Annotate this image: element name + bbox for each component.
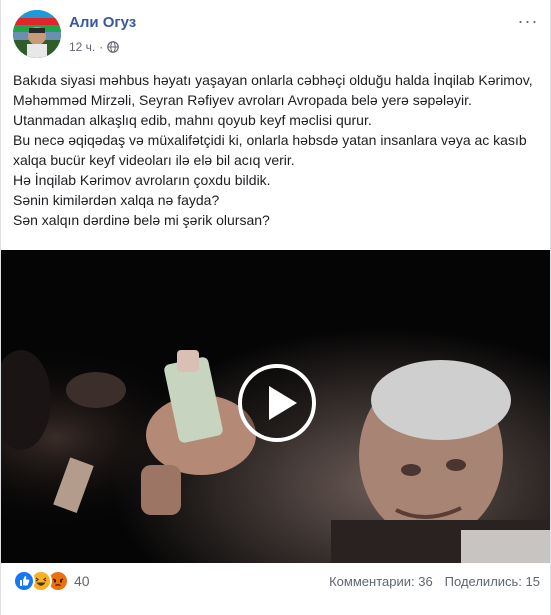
facebook-post: Али Огуз 12 ч. · ··· Bakıda siyasi məhbu…: [0, 0, 551, 615]
like-reaction-icon: [13, 570, 35, 592]
post-text-line: Bakıda siyasi məhbus həyatı yaşayan onla…: [13, 72, 533, 128]
post-text-line: Sənin kimilərdən xalqa nə fayda?: [13, 192, 220, 208]
ellipsis-icon: ···: [517, 11, 539, 31]
post-text: Bakıda siyasi məhbus həyatı yaşayan onla…: [13, 70, 533, 230]
comments-count-link[interactable]: Комментарии: 36: [329, 574, 433, 589]
post-timestamp[interactable]: 12 ч.: [69, 40, 95, 54]
post-header: Али Огуз 12 ч. · ···: [13, 10, 540, 58]
post-footer: 40 Комментарии: 36 Поделились: 15: [13, 568, 540, 594]
post-text-line: Sən xalqın dərdinə belə mi şərik olursan…: [13, 212, 270, 228]
reactions-summary[interactable]: 40: [13, 570, 90, 592]
avatar[interactable]: [13, 10, 61, 58]
play-icon: [269, 386, 297, 420]
meta-separator: ·: [99, 40, 104, 54]
post-meta: 12 ч. ·: [69, 40, 120, 54]
author-name[interactable]: Али Огуз: [69, 14, 136, 31]
post-text-line: Hə İnqilab Kərimov avroların çoxdu bildi…: [13, 172, 271, 188]
play-button[interactable]: [238, 364, 316, 442]
shares-count-link[interactable]: Поделились: 15: [445, 574, 540, 589]
reaction-count: 40: [74, 573, 90, 589]
globe-icon[interactable]: [107, 41, 120, 53]
post-text-line: Bu necə əqiqədaş və müxalifətçidi ki, on…: [13, 132, 527, 168]
more-options-button[interactable]: ···: [516, 11, 540, 32]
post-stats: Комментарии: 36 Поделились: 15: [329, 574, 540, 589]
